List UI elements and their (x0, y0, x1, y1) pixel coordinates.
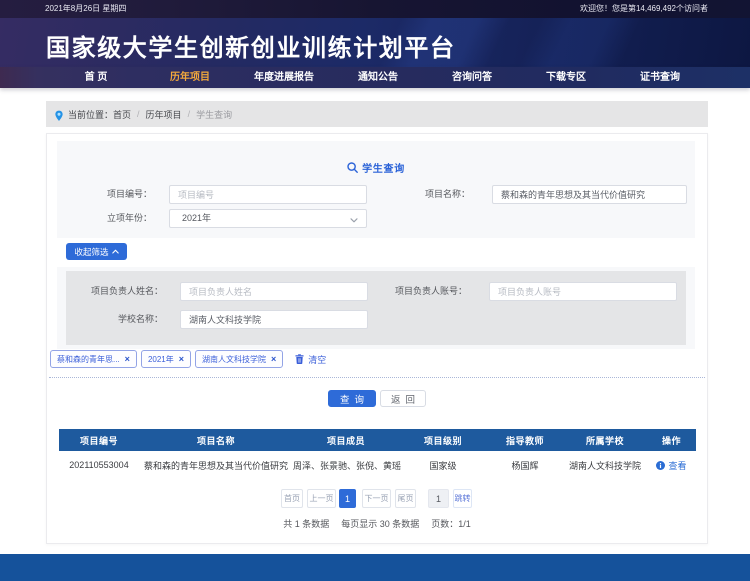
leader-account-label: 项目负责人账号： (367, 282, 467, 301)
filter-tag: 2021年 × (141, 350, 191, 368)
col-header-action: 操作 (647, 429, 696, 451)
leader-name-input[interactable] (180, 282, 368, 301)
content-card: 学生查询 项目编号： 项目名称： 立项年份： 2021年 收起筛选 项目负责人姓… (46, 133, 708, 544)
school-label: 学校名称： (66, 310, 163, 329)
close-icon[interactable]: × (125, 355, 130, 364)
cell-project-name: 蔡和森的青年思想及其当代价值研究 (139, 451, 293, 479)
close-icon[interactable]: × (179, 355, 184, 364)
col-header-level: 项目级别 (399, 429, 487, 451)
results-table: 项目编号 项目名称 项目成员 项目级别 指导教师 所属学校 操作 2021105… (59, 429, 696, 479)
table-row: 202110553004 蔡和森的青年思想及其当代价值研究 周泽、张景驰、张倪、… (59, 451, 696, 479)
page-next-button[interactable]: 下一页 (362, 489, 391, 508)
leader-name-label: 项目负责人姓名： (66, 282, 163, 301)
filter-tag-text: 蔡和森的青年思... (57, 354, 120, 365)
project-code-label: 项目编号： (57, 185, 152, 204)
view-link-label: 查看 (668, 461, 686, 471)
page-current-button[interactable]: 1 (339, 489, 356, 508)
site-banner: 国家级大学生创新创业训练计划平台 (0, 18, 750, 67)
search-icon (347, 162, 358, 173)
info-icon (656, 461, 665, 470)
advanced-filter-inner: 项目负责人姓名： 项目负责人账号： 学校名称： (66, 271, 686, 345)
cell-project-code: 202110553004 (59, 451, 139, 479)
page-jump-button[interactable]: 跳转 (453, 489, 472, 508)
query-button[interactable]: 查询 (328, 390, 376, 407)
view-link[interactable]: 查看 (656, 461, 686, 471)
nav-item-notices[interactable]: 通知公告 (331, 67, 425, 88)
main-nav: 首 页 历年项目 年度进展报告 通知公告 咨询问答 下载专区 证书查询 (0, 67, 750, 88)
visitor-counter: 欢迎您！您是第14,469,492个访问者 (580, 0, 708, 18)
filter-tag-text: 湖南人文科技学院 (202, 354, 266, 365)
year-select-value: 2021年 (182, 210, 211, 227)
current-date: 2021年8月26日 星期四 (45, 0, 126, 18)
cell-teacher: 杨国辉 (487, 451, 563, 479)
breadcrumb-home[interactable]: 首页 (113, 110, 131, 120)
site-title: 国家级大学生创新创业训练计划平台 (46, 28, 456, 63)
cell-action: 查看 (647, 451, 696, 479)
project-code-input[interactable] (169, 185, 367, 204)
chevron-down-icon (350, 218, 358, 223)
summary-pages: 页数：1/1 (431, 517, 471, 530)
nav-item-downloads[interactable]: 下载专区 (519, 67, 613, 88)
year-label: 立项年份： (57, 209, 152, 228)
breadcrumb-separator: / (137, 109, 140, 119)
col-header-name: 项目名称 (139, 429, 293, 451)
dashed-divider (49, 377, 705, 378)
nav-item-past-projects[interactable]: 历年项目 (143, 67, 237, 88)
cell-school: 湖南人文科技学院 (563, 451, 647, 479)
table-header-row: 项目编号 项目名称 项目成员 项目级别 指导教师 所属学校 操作 (59, 429, 696, 451)
col-header-code: 项目编号 (59, 429, 139, 451)
close-icon[interactable]: × (271, 355, 276, 364)
search-form-panel: 学生查询 项目编号： 项目名称： 立项年份： 2021年 (57, 141, 695, 238)
page-jump-input[interactable] (428, 489, 449, 508)
page-last-button[interactable]: 尾页 (395, 489, 416, 508)
location-pin-icon (55, 110, 63, 122)
trash-icon (295, 354, 304, 364)
form-title-row: 学生查询 (57, 160, 695, 175)
form-actions: 查询 返回 (47, 390, 707, 407)
pagination: 首页 上一页 1 下一页 尾页 跳转 (281, 489, 472, 508)
top-bar: 2021年8月26日 星期四 欢迎您！您是第14,469,492个访问者 (0, 0, 750, 18)
nav-item-qa[interactable]: 咨询问答 (425, 67, 519, 88)
breadcrumb-prefix: 当前位置： (68, 110, 113, 120)
page-first-button[interactable]: 首页 (281, 489, 303, 508)
advanced-filter-panel: 项目负责人姓名： 项目负责人账号： 学校名称： (57, 267, 695, 349)
breadcrumb: 当前位置：首页 / 历年项目 / 学生查询 (46, 101, 708, 127)
filter-tags-row: 蔡和森的青年思... × 2021年 × 湖南人文科技学院 × 清空 (50, 350, 326, 368)
breadcrumb-separator: / (188, 109, 191, 119)
back-button[interactable]: 返回 (380, 390, 426, 407)
col-header-teacher: 指导教师 (487, 429, 563, 451)
page-footer (0, 554, 750, 581)
cell-members: 周泽、张景驰、张倪、黄瑶 (293, 451, 399, 479)
breadcrumb-current: 学生查询 (196, 108, 232, 121)
nav-item-home[interactable]: 首 页 (49, 67, 143, 88)
col-header-members: 项目成员 (293, 429, 399, 451)
form-title: 学生查询 (362, 160, 405, 175)
nav-item-certificate[interactable]: 证书查询 (613, 67, 707, 88)
nav-item-annual-report[interactable]: 年度进展报告 (237, 67, 331, 88)
year-select[interactable]: 2021年 (169, 209, 367, 228)
project-name-input[interactable] (492, 185, 687, 204)
col-header-school: 所属学校 (563, 429, 647, 451)
breadcrumb-label: 当前位置：首页 (68, 108, 131, 121)
summary-per-page: 每页显示 30 条数据 (341, 517, 419, 530)
collapse-filter-label: 收起筛选 (74, 246, 108, 258)
filter-tag-text: 2021年 (148, 354, 174, 365)
filter-tag: 湖南人文科技学院 × (195, 350, 283, 368)
summary-total: 共 1 条数据 (283, 517, 329, 530)
filter-tag: 蔡和森的青年思... × (50, 350, 137, 368)
breadcrumb-section[interactable]: 历年项目 (146, 108, 182, 121)
leader-account-input[interactable] (489, 282, 677, 301)
school-input[interactable] (180, 310, 368, 329)
chevron-up-icon (112, 249, 119, 254)
collapse-filter-button[interactable]: 收起筛选 (66, 243, 127, 260)
clear-filters-button[interactable]: 清空 (295, 353, 326, 366)
clear-filters-label: 清空 (308, 353, 326, 366)
results-summary: 共 1 条数据 每页显示 30 条数据 页数：1/1 (47, 517, 707, 530)
cell-level: 国家级 (399, 451, 487, 479)
project-name-label: 项目名称： (370, 185, 470, 204)
page-prev-button[interactable]: 上一页 (307, 489, 336, 508)
